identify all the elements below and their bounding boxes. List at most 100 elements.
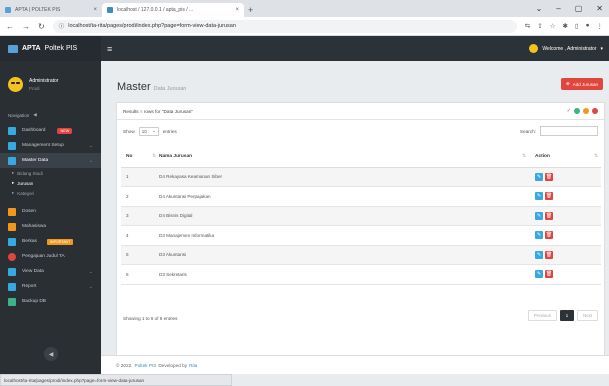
results-prefix: Results [123, 108, 139, 114]
edit-button[interactable]: ✎ [535, 231, 543, 240]
cell-nama: D3 Manajemen Informatika [159, 225, 529, 246]
footer-link-rita[interactable]: Rita [189, 363, 197, 368]
translate-icon[interactable]: ⇆ [525, 22, 530, 30]
tab-search-icon[interactable]: ⌄ [536, 4, 543, 13]
cell-nama: D3 Akuntansi [159, 245, 529, 265]
cell-action: ✎ 🗑 [529, 264, 601, 285]
edit-button[interactable]: ✎ [535, 192, 543, 201]
sidebar-item-label: Management Setup [22, 143, 64, 148]
new-tab-button[interactable]: + [248, 5, 253, 15]
browser-tab-phpmyadmin[interactable]: localhost / 127.0.0.1 / apta_pis / ... × [102, 3, 244, 17]
sidebar-item-dosen[interactable]: Dosen [0, 204, 101, 219]
sidebar-item-label: Backup DB [22, 299, 46, 304]
delete-button[interactable]: 🗑 [545, 192, 553, 201]
sidebar-item-dashboard[interactable]: Dashboard NEW [0, 123, 101, 138]
footer-link-poltek[interactable]: Poltek PIS [135, 363, 157, 368]
extensions-icon[interactable]: ✱ [563, 22, 568, 30]
show-label: Show [123, 128, 135, 134]
delete-button[interactable]: 🗑 [545, 211, 553, 220]
maximize-icon[interactable]: ▢ [575, 4, 583, 13]
sidebar-item-report[interactable]: Report ⌄ [0, 279, 101, 294]
chevron-down-icon: ⌄ [88, 268, 93, 275]
sidebar-collapse-button[interactable]: ◀ [44, 347, 58, 361]
col-action-header[interactable]: Action ⇅ [529, 147, 601, 168]
forward-icon[interactable]: → [22, 22, 30, 31]
current-page-button[interactable]: 1 [559, 310, 575, 321]
window-controls: ⌄ – ▢ ✕ [536, 0, 609, 17]
collapse-check-icon[interactable]: ✓ [567, 108, 571, 114]
edit-button[interactable]: ✎ [535, 211, 543, 220]
delete-button[interactable]: 🗑 [545, 172, 553, 181]
welcome-text: Welcome , Administrator [542, 45, 597, 52]
share-icon[interactable]: ⇪ [537, 22, 542, 30]
sidebar-subitem-bidang-studi[interactable]: ▸ Bidang Studi [0, 168, 101, 178]
brand-logo[interactable]: APTA Poltek PIS [0, 36, 101, 61]
user-menu[interactable]: Welcome , Administrator ▾ [529, 44, 603, 53]
sidebar-subitem-jurusan[interactable]: ▸ Jurusan [0, 178, 101, 188]
sidebar-item-master-data[interactable]: Master Data ⌄ [0, 153, 101, 168]
sidebar-item-pengajuan-judul-ta[interactable]: Pengajuan Judul TA [0, 249, 101, 264]
chevron-down-icon: ⌄ [88, 142, 93, 149]
browser-tab-apta[interactable]: APTA | POLTEK PIS × [0, 3, 102, 17]
bookmark-star-icon[interactable]: ☆ [550, 22, 556, 30]
cell-no: 3 [121, 206, 159, 226]
table-row: 4 D3 Manajemen Informatika ✎ 🗑 [121, 225, 601, 246]
sidebar: Administrator Prodi Navigation ◀ Dashboa… [0, 61, 101, 374]
table-row: 1 D4 Rekayasa Keamanan Siber ✎ 🗑 [121, 167, 601, 187]
search-input[interactable] [540, 126, 598, 136]
search-box: Search: [520, 126, 598, 136]
minimize-card-icon[interactable] [583, 108, 589, 114]
sidebar-item-management-setup[interactable]: Management Setup ⌄ [0, 138, 101, 153]
phpmyadmin-favicon-icon [107, 7, 113, 13]
card-header: Results 6 rows for "Data Jurusan" ✓ [117, 103, 604, 120]
sidebar-subitem-kategori[interactable]: ▸ Kategori [0, 188, 101, 198]
chevron-down-icon: ⌄ [88, 283, 93, 290]
entries-length-select[interactable]: 10 ⌄ [138, 126, 159, 136]
edit-button[interactable]: ✎ [535, 250, 543, 259]
search-label: Search: [519, 128, 536, 134]
add-jurusan-button[interactable]: ⊕ Add Jurusan [560, 78, 603, 90]
pin-icon: ◀ [33, 112, 37, 117]
jurusan-table: No ⇅ Nama Jurusan ⇅ Action ⇅ 1 D4 Rekayasa … [121, 147, 601, 285]
bullet-icon: ▸ [12, 180, 15, 185]
address-bar[interactable]: ⓘ localhost/ta-rita/pages/prodi/index.ph… [52, 19, 517, 33]
close-card-icon[interactable] [592, 108, 598, 114]
page-title: Master Data Jurusan [117, 81, 186, 93]
profile-icon[interactable]: ● [586, 22, 590, 30]
entries-label: entries [162, 128, 177, 134]
reload-icon[interactable]: ↻ [38, 22, 45, 31]
backup-icon [8, 297, 16, 306]
refresh-icon[interactable] [574, 108, 580, 114]
previous-page-button[interactable]: Previous [528, 310, 557, 321]
hamburger-menu-icon[interactable]: ≡ [107, 44, 112, 54]
edit-button[interactable]: ✎ [535, 270, 543, 279]
header-text: Nama Jurusan [159, 154, 193, 160]
edit-button[interactable]: ✎ [535, 172, 543, 181]
next-page-button[interactable]: Next [577, 310, 598, 321]
back-icon[interactable]: ← [6, 22, 14, 31]
results-count: 6 [139, 108, 143, 114]
info-icon[interactable]: ⓘ [59, 22, 65, 30]
close-tab-icon[interactable]: × [93, 7, 97, 13]
navigation-label-text: Navigation [8, 112, 30, 118]
table-row: 3 D4 Bisnis Digital ✎ 🗑 [121, 206, 601, 226]
col-no-header[interactable]: No ⇅ [121, 147, 159, 168]
minimize-icon[interactable]: – [556, 4, 560, 13]
delete-button[interactable]: 🗑 [545, 270, 553, 279]
sidebar-item-view-data[interactable]: View Data ⌄ [0, 264, 101, 279]
files-icon [8, 237, 16, 246]
sidebar-item-mahasiswa[interactable]: Mahasiswa [0, 219, 101, 234]
sidebar-item-backup-db[interactable]: Backup DB [0, 294, 101, 309]
close-window-icon[interactable]: ✕ [596, 4, 603, 13]
brand-subname: Poltek PIS [44, 45, 78, 52]
close-tab-icon[interactable]: × [235, 7, 239, 13]
sidebar-item-label: Berkas [22, 239, 37, 244]
sidebar-item-berkas[interactable]: Berkas IMPORTANT [0, 234, 101, 249]
delete-button[interactable]: 🗑 [545, 250, 553, 259]
col-nama-header[interactable]: Nama Jurusan ⇅ [159, 147, 529, 168]
sidepanel-icon[interactable]: ▯ [575, 22, 579, 30]
cell-nama: D3 Sekretaris [159, 264, 529, 285]
menu-icon[interactable]: ⋮ [597, 22, 604, 30]
delete-button[interactable]: 🗑 [545, 231, 553, 240]
report-icon [8, 282, 16, 291]
